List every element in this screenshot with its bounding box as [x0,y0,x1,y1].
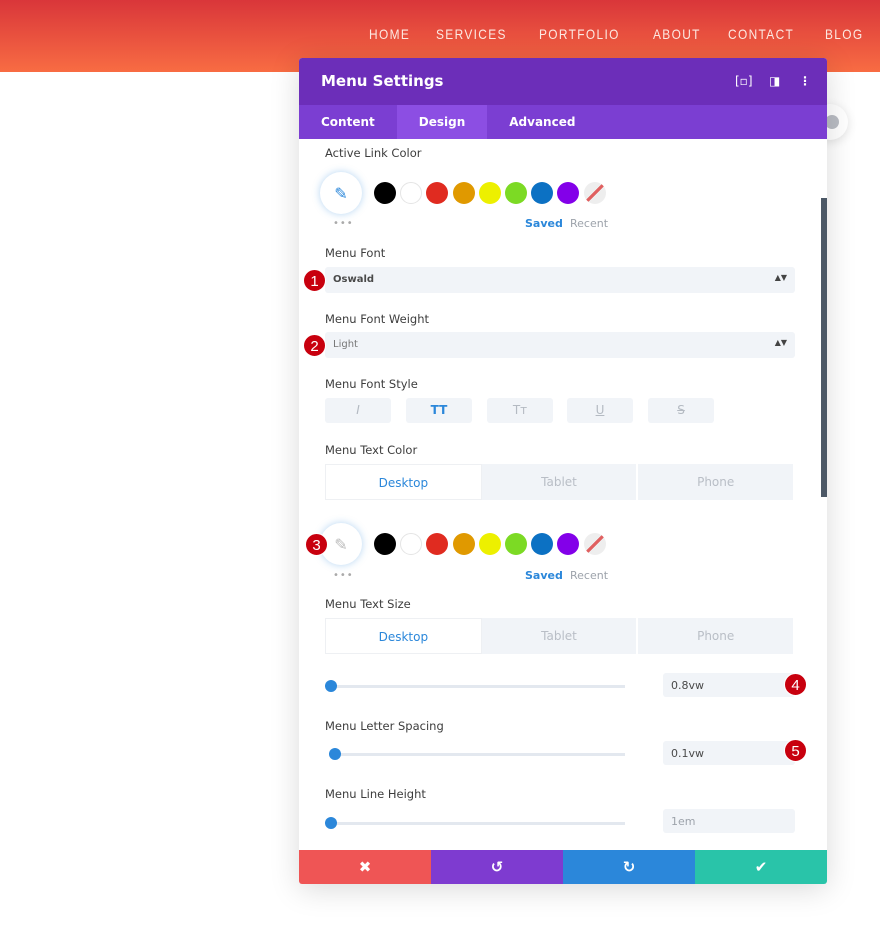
globe-icon [825,115,839,129]
underline-button[interactable]: U [567,398,633,423]
strikethrough-button[interactable]: S [648,398,714,423]
step-badge-4: 4 [784,673,807,696]
color-swatch[interactable] [557,533,580,555]
modal-tabs: Content Design Advanced [299,105,827,139]
step-badge-1: 1 [303,269,326,292]
step-badge-2: 2 [303,334,326,357]
color-swatch[interactable] [400,533,423,555]
color-swatch[interactable] [426,533,449,555]
recent-colors-tab[interactable]: Recent [570,569,608,582]
tab-advanced[interactable]: Advanced [487,105,597,139]
saved-colors-tab[interactable]: Saved [525,569,563,582]
device-phone[interactable]: Phone [638,618,796,654]
device-phone[interactable]: Phone [638,464,796,500]
saved-colors-tab[interactable]: Saved [525,217,563,230]
step-badge-5: 5 [784,739,807,762]
color-swatch[interactable] [374,182,396,204]
eyedropper-button[interactable]: ✎ [320,172,362,214]
capitalize-button[interactable]: Tт [487,398,553,423]
menu-font-style-label: Menu Font Style [325,377,418,391]
menu-text-size-label: Menu Text Size [325,597,411,611]
line-height-slider[interactable] [325,817,625,829]
no-color-swatch[interactable] [583,533,606,555]
color-swatch[interactable] [452,533,475,555]
menu-letter-spacing-label: Menu Letter Spacing [325,719,444,733]
font-weight-value: Light [333,339,358,350]
menu-font-weight-select[interactable]: Light ▲▼ [325,332,795,358]
nav-about[interactable]: ABOUT [653,26,701,42]
step-badge-3: 3 [305,533,328,556]
cancel-button[interactable]: ✖ [299,850,431,884]
fullscreen-icon[interactable]: [▫] [735,74,753,88]
modal-title: Menu Settings [321,72,444,90]
color-swatch[interactable] [531,182,554,204]
line-height-input[interactable]: 1em [663,809,795,833]
tab-content[interactable]: Content [299,105,397,139]
menu-text-color-label: Menu Text Color [325,443,418,457]
eyedropper-icon: ✎ [334,183,348,203]
color-swatch[interactable] [478,533,501,555]
text-size-input[interactable]: 0.8vw [663,673,795,697]
scrollbar[interactable] [821,198,827,497]
letter-spacing-input[interactable]: 0.1vw [663,741,795,765]
undo-button[interactable]: ↺ [431,850,563,884]
menu-font-label: Menu Font [325,246,386,260]
menu-font-select[interactable]: Oswald ▲▼ [325,267,795,293]
color-swatch[interactable] [505,533,527,555]
letter-spacing-slider[interactable] [329,748,625,760]
menu-font-value: Oswald [333,274,375,285]
split-view-icon[interactable]: ◨ [769,74,780,88]
color-swatch[interactable] [478,182,501,204]
nav-contact[interactable]: CONTACT [728,26,794,42]
color-swatch[interactable] [426,182,449,204]
uppercase-button[interactable]: TT [406,398,472,423]
device-desktop[interactable]: Desktop [325,618,482,654]
italic-button[interactable]: I [325,398,391,423]
save-button[interactable]: ✔ [695,850,827,884]
color-swatch[interactable] [505,182,527,204]
text-size-device-tabs: Desktop Tablet Phone [325,618,796,654]
menu-line-height-label: Menu Line Height [325,787,426,801]
nav-home[interactable]: HOME [369,26,410,42]
main-nav: HOME SERVICES PORTFOLIO ABOUT CONTACT BL… [369,26,870,42]
modal-footer: ✖ ↺ ↻ ✔ [299,850,827,884]
color-swatch[interactable] [531,533,554,555]
recent-colors-tab[interactable]: Recent [570,217,608,230]
nav-portfolio[interactable]: PORTFOLIO [539,26,620,42]
device-tablet[interactable]: Tablet [482,618,639,654]
select-arrows-icon: ▲▼ [774,338,787,347]
slider-handle[interactable] [325,680,337,692]
nav-blog[interactable]: BLOG [825,26,864,42]
menu-settings-modal: Menu Settings [▫] ◨ ⋮ Content Design Adv… [299,58,827,884]
eyedropper-icon: ✎ [334,534,348,554]
more-colors-button[interactable]: ••• [333,218,354,229]
device-tablet[interactable]: Tablet [482,464,639,500]
text-color-device-tabs: Desktop Tablet Phone [325,464,796,500]
active-link-color-label: Active Link Color [325,146,422,160]
color-swatch[interactable] [557,182,580,204]
more-options-icon[interactable]: ⋮ [799,74,811,88]
more-colors-button[interactable]: ••• [333,570,354,581]
tab-design[interactable]: Design [396,105,488,139]
modal-header: Menu Settings [▫] ◨ ⋮ [299,58,827,105]
color-swatch[interactable] [452,182,475,204]
slider-handle[interactable] [329,748,341,760]
nav-services[interactable]: SERVICES [436,26,507,42]
color-swatch[interactable] [400,182,423,204]
menu-font-weight-label: Menu Font Weight [325,312,429,326]
select-arrows-icon: ▲▼ [774,273,787,282]
redo-button[interactable]: ↻ [563,850,695,884]
text-size-slider[interactable] [325,680,625,692]
no-color-swatch[interactable] [583,182,606,204]
slider-handle[interactable] [325,817,337,829]
device-desktop[interactable]: Desktop [325,464,482,500]
color-swatch[interactable] [374,533,396,555]
